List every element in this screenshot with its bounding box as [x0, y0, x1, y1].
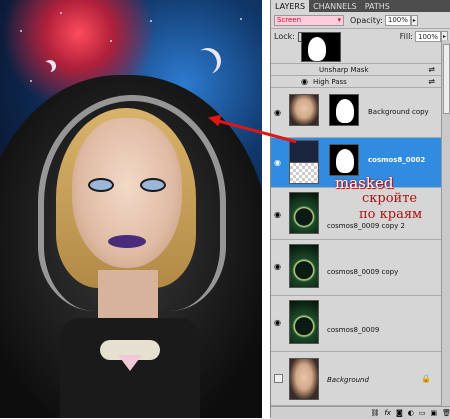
- layer-row[interactable]: [271, 32, 441, 64]
- opacity-input[interactable]: 100%: [384, 14, 411, 26]
- eye-icon[interactable]: ◉: [274, 318, 283, 327]
- trash-icon[interactable]: 🗑: [442, 409, 450, 417]
- annotation-text: по краям: [359, 207, 423, 222]
- eye-icon[interactable]: ◉: [274, 108, 283, 117]
- layer-mask-thumbnail[interactable]: [329, 144, 359, 176]
- layer-row[interactable]: ◉ cosmos8_0009: [271, 296, 441, 352]
- layer-thumbnail[interactable]: [289, 244, 319, 288]
- panel-tabs: LAYERS CHANNELS PATHS: [271, 0, 450, 12]
- eye-icon[interactable]: ◉: [301, 77, 308, 86]
- layer-name: cosmos8_0009 copy: [327, 268, 399, 276]
- smart-filter-row[interactable]: ◉ High Pass ⇌: [271, 76, 441, 88]
- mask-icon[interactable]: ◙: [396, 409, 403, 417]
- layer-name: cosmos8_0009: [327, 326, 380, 334]
- tab-paths[interactable]: PATHS: [361, 0, 394, 12]
- moon-shape: [195, 48, 221, 74]
- eye-icon[interactable]: ◉: [274, 210, 283, 219]
- layer-thumbnail: [289, 162, 319, 184]
- filter-options-icon[interactable]: ⇌: [428, 65, 435, 74]
- annotation-text: скройте: [362, 191, 418, 206]
- layer-thumbnail[interactable]: [289, 192, 319, 234]
- filter-mask-thumbnail[interactable]: [301, 32, 341, 62]
- eye-icon[interactable]: ◉: [274, 262, 283, 271]
- blend-mode-select[interactable]: Screen ▾: [274, 14, 344, 26]
- tab-layers[interactable]: LAYERS: [271, 0, 310, 12]
- smart-filter-row[interactable]: Unsharp Mask ⇌: [271, 64, 441, 76]
- adjustment-icon[interactable]: ◐: [408, 409, 414, 417]
- layer-mask-thumbnail[interactable]: [329, 94, 359, 126]
- layer-name: Unsharp Mask: [319, 66, 369, 74]
- blend-row: Screen ▾ Opacity: 100% ▸: [271, 12, 450, 28]
- fx-icon[interactable]: fx: [384, 409, 391, 417]
- layer-row[interactable]: ◉ cosmos8_0009 copy: [271, 240, 441, 296]
- tab-channels[interactable]: CHANNELS: [309, 0, 361, 12]
- layer-row[interactable]: ◉ Background copy: [271, 88, 441, 138]
- layer-name: cosmos8_0002: [368, 156, 426, 164]
- document-canvas: [0, 0, 262, 418]
- group-icon[interactable]: ▭: [419, 409, 426, 417]
- layer-name: Background copy: [368, 108, 429, 116]
- layer-row[interactable]: Background 🔒: [271, 352, 441, 406]
- opacity-slider-button[interactable]: ▸: [410, 14, 418, 26]
- visibility-toggle[interactable]: [274, 374, 283, 383]
- scrollbar-thumb[interactable]: [443, 44, 450, 114]
- layer-thumbnail[interactable]: [289, 300, 319, 344]
- layer-thumbnail[interactable]: [289, 358, 319, 400]
- opacity-label: Opacity:: [350, 15, 383, 25]
- layers-scrollbar[interactable]: [441, 40, 450, 406]
- lock-icon: 🔒: [421, 374, 431, 383]
- moon-shape: [44, 60, 56, 72]
- link-icon[interactable]: ⛓: [370, 409, 379, 417]
- layer-name: Background: [327, 376, 369, 384]
- layer-thumbnail[interactable]: [289, 94, 319, 126]
- layer-name: High Pass: [313, 78, 347, 86]
- layers-footer: ⛓ fx ◙ ◐ ▭ ▣ 🗑: [271, 406, 450, 419]
- layer-name: cosmos8_0009 copy 2: [327, 222, 405, 230]
- new-layer-icon[interactable]: ▣: [430, 409, 437, 417]
- eye-icon[interactable]: ◉: [274, 158, 283, 167]
- annotation-masked: masked: [335, 174, 394, 192]
- layers-list: Unsharp Mask ⇌ ◉ High Pass ⇌ ◉ Backgroun…: [271, 32, 450, 406]
- filter-options-icon[interactable]: ⇌: [428, 77, 435, 86]
